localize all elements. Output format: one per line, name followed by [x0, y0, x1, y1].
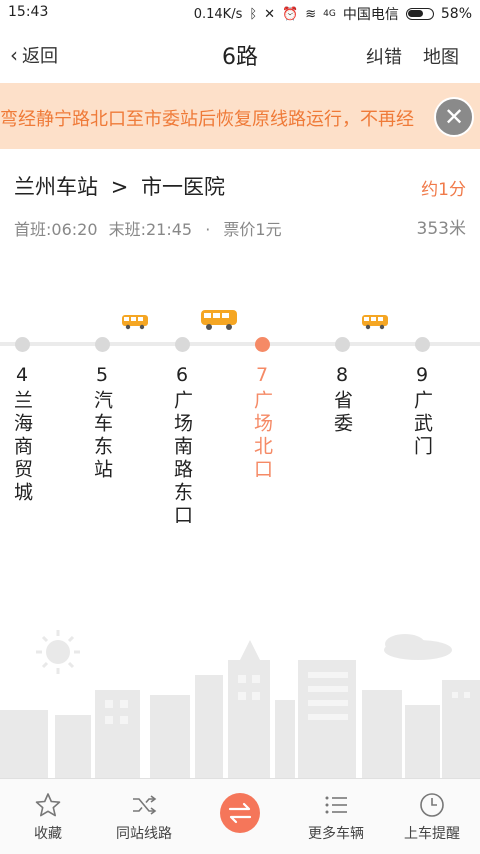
shuffle-icon [133, 795, 157, 815]
page-title: 6路 [222, 45, 258, 70]
boarding-reminder-button[interactable]: 上车提醒 [384, 779, 480, 854]
notice-banner: 弯经静宁路北口至市委站后恢复原线路运行，不再经 [0, 83, 480, 149]
status-bar: 15:43 0.14K/s ᛒ ✕ ⏰ ≋ 4G 中国电信 58% [0, 0, 480, 25]
stop-7-current[interactable]: 7 广场北口 [230, 337, 294, 482]
first-bus-time: 首班:06:20 [14, 220, 98, 239]
battery-icon [405, 8, 434, 20]
eta-label: 约1分 [421, 180, 466, 200]
route-info-card: 兰州车站 > 市一医院 约1分 首班:06:20 末班:21:45 · 票价1元… [0, 149, 480, 263]
battery-level: 58% [440, 6, 472, 22]
route-to: 市一医院 [140, 175, 225, 199]
bus-icon[interactable] [200, 309, 238, 331]
star-icon [35, 793, 61, 817]
favorite-button[interactable]: 收藏 [0, 779, 96, 854]
last-bus-time: 末班:21:45 [108, 220, 193, 239]
stop-name: 兰海商贸城 [11, 390, 33, 505]
schedule-info: 首班:06:20 末班:21:45 · 票价1元 [14, 216, 282, 240]
app-header: ‹ 返回 6路 纠错 地图 [0, 25, 480, 83]
alarm-icon: ⏰ [282, 6, 299, 22]
bus-icon[interactable] [361, 314, 389, 330]
stop-5[interactable]: 5 汽车东站 [70, 337, 134, 482]
boarding-reminder-label: 上车提醒 [404, 826, 460, 842]
bus-icon[interactable] [121, 314, 149, 330]
stop-number: 5 [95, 364, 109, 386]
stop-name: 广场北口 [251, 390, 273, 482]
close-notice-button[interactable]: ✕ [434, 97, 474, 137]
stop-name: 广场南路东口 [171, 390, 193, 528]
city-skyline-illustration [0, 630, 480, 778]
more-vehicles-label: 更多车辆 [308, 826, 364, 842]
stop-name: 汽车东站 [91, 390, 113, 482]
fare-price: 票价1元 [223, 220, 282, 239]
mute-icon: ✕ [264, 6, 276, 22]
stop-number: 4 [15, 364, 29, 386]
stop-name: 广武门 [411, 390, 433, 459]
distance-label: 353米 [416, 219, 466, 239]
stop-dot [174, 337, 190, 352]
favorite-label: 收藏 [34, 826, 62, 842]
stop-number: 8 [335, 364, 349, 386]
separator-dot: · [205, 220, 211, 239]
stop-number: 6 [175, 364, 189, 386]
stop-dot [14, 337, 30, 352]
swap-direction-button[interactable] [220, 793, 260, 833]
route-from: 兰州车站 [14, 175, 98, 199]
notice-text: 弯经静宁路北口至市委站后恢复原线路运行，不再经 [0, 109, 414, 130]
route-arrow: > [110, 175, 129, 199]
stop-6[interactable]: 6 广场南路东口 [150, 337, 214, 528]
same-stop-lines-button[interactable]: 同站线路 [96, 779, 192, 854]
stop-dot [414, 337, 430, 352]
stop-dot [94, 337, 110, 352]
stop-9[interactable]: 9 广武门 [390, 337, 454, 459]
carrier-name: 中国电信 [342, 7, 399, 23]
network-badge: 4G [323, 9, 336, 19]
status-time: 15:43 [8, 4, 49, 20]
stop-4[interactable]: 4 兰海商贸城 [0, 337, 54, 505]
list-icon [325, 796, 347, 814]
stop-number: 7 [255, 364, 269, 386]
more-vehicles-button[interactable]: 更多车辆 [288, 779, 384, 854]
stop-number: 9 [415, 364, 429, 386]
stop-dot [334, 337, 350, 352]
stop-dot [254, 337, 270, 352]
wifi-icon: ≋ [305, 6, 317, 22]
correct-error-button[interactable]: 纠错 [366, 43, 402, 69]
swap-icon [228, 802, 252, 824]
stop-name: 省委 [331, 390, 353, 436]
bluetooth-icon: ᛒ [249, 6, 258, 22]
clock-icon [420, 793, 444, 817]
close-icon: ✕ [443, 103, 465, 131]
same-stop-lines-label: 同站线路 [116, 826, 172, 842]
network-speed: 0.14K/s [193, 6, 243, 22]
map-button[interactable]: 地图 [423, 43, 459, 69]
stop-8[interactable]: 8 省委 [310, 337, 374, 436]
route-direction: 兰州车站 > 市一医院 [14, 171, 225, 201]
